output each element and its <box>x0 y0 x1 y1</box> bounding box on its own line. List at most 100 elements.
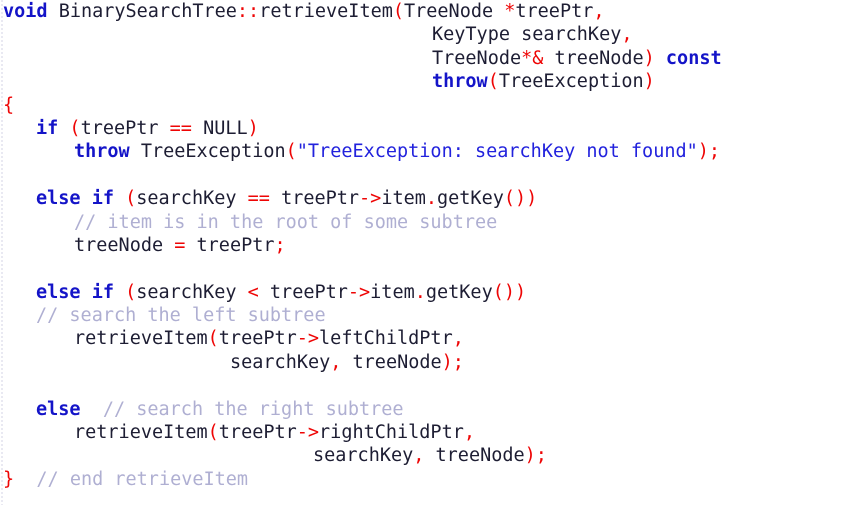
token-punct: ( <box>125 188 137 210</box>
token-ident: leftChildPtr <box>319 328 453 350</box>
token-punct: , <box>452 328 464 350</box>
token-ident: searchKey <box>230 351 331 373</box>
token-ident: retrieveItem <box>74 422 208 444</box>
token-ident: BinarySearchTree <box>58 1 237 22</box>
token-comment: // search the right subtree <box>102 398 404 420</box>
token-ident: treePtr <box>196 234 275 256</box>
code-line: searchKey, treeNode); <box>0 351 868 374</box>
code-line: else if (searchKey < treePtr->item.getKe… <box>0 281 868 304</box>
token-string: "TreeException: searchKey not found" <box>296 141 698 163</box>
token-punct: . <box>414 281 426 303</box>
token-keyword: throw <box>74 141 130 163</box>
token-punct: ( <box>207 328 219 350</box>
token-ident: treeNode <box>554 47 644 69</box>
code-line: retrieveItem(treePtr->leftChildPtr, <box>0 327 868 350</box>
token-ident: searchKey <box>136 281 237 303</box>
token-punct: -> <box>359 188 382 210</box>
token-ident: treePtr <box>269 281 348 303</box>
code-line: if (treePtr == NULL) <box>0 117 868 140</box>
token-punct: , <box>330 351 342 373</box>
token-ident: searchKey <box>313 445 414 467</box>
token-ident: retrieveItem <box>74 328 208 350</box>
token-punct: < <box>247 281 259 303</box>
token-ident: searchKey <box>136 188 237 210</box>
code-line: } // end retrieveItem <box>0 468 868 491</box>
token-punct: . <box>425 188 438 210</box>
token-punct: *& <box>521 47 544 69</box>
token-ident: getKey <box>437 188 504 210</box>
token-punct: ); <box>697 141 721 163</box>
token-punct: ) <box>247 117 259 139</box>
code-line: searchKey, treeNode); <box>0 444 868 467</box>
code-line: void BinarySearchTree::retrieveItem(Tree… <box>0 0 868 23</box>
token-punct: ; <box>274 234 286 256</box>
token-punct: -> <box>347 281 371 303</box>
token-ident: TreeNode <box>404 1 494 22</box>
code-line: // search the left subtree <box>0 304 868 327</box>
token-punct: , <box>463 422 475 444</box>
token-punct: :: <box>236 1 260 22</box>
token-punct: ( <box>125 281 137 303</box>
token-ident: rightChildPtr <box>319 422 464 444</box>
token-ident: treeNode <box>352 351 442 373</box>
token-keyword: else if <box>36 188 114 210</box>
token-punct: } <box>3 468 15 490</box>
token-ident: item <box>381 188 426 210</box>
token-punct: == <box>169 117 192 139</box>
token-punct: = <box>174 234 186 256</box>
token-keyword: else if <box>36 281 114 303</box>
code-line: { <box>0 94 868 117</box>
code-line: throw TreeException("TreeException: sear… <box>0 140 868 163</box>
token-ident: NULL <box>203 117 248 139</box>
token-ident: treePtr <box>218 328 297 350</box>
token-punct: -> <box>296 328 320 350</box>
token-punct: ) <box>643 71 655 93</box>
code-line: throw(TreeException) <box>0 70 868 93</box>
token-keyword: if <box>36 117 59 139</box>
token-punct: , <box>413 445 425 467</box>
token-ident: treeNode <box>435 445 525 467</box>
token-ident: TreeNode <box>432 47 522 69</box>
token-ident: treePtr <box>515 1 594 22</box>
token-punct: == <box>247 188 270 210</box>
token-punct: , <box>593 1 605 22</box>
token-comment: // item is in the root of some subtree <box>74 211 498 233</box>
token-punct: ) <box>643 47 655 69</box>
token-ident: TreeException <box>498 71 644 93</box>
token-ident: KeyType <box>432 24 510 46</box>
token-ident: searchKey <box>521 24 622 46</box>
code-line: KeyType searchKey, <box>0 23 868 46</box>
token-keyword: const <box>665 47 722 69</box>
token-ident: treeNode <box>74 234 164 256</box>
token-punct: { <box>3 94 15 116</box>
token-ident: item <box>370 281 415 303</box>
token-punct: ()) <box>492 281 527 303</box>
token-ident: getKey <box>425 281 493 303</box>
code-line: else if (searchKey == treePtr->item.getK… <box>0 187 868 210</box>
token-ident: treePtr <box>80 117 159 139</box>
code-line: // item is in the root of some subtree <box>0 211 868 234</box>
token-punct: -> <box>296 422 320 444</box>
token-keyword: throw <box>432 71 488 93</box>
token-punct: ( <box>487 71 499 93</box>
token-punct: ( <box>207 422 219 444</box>
code-line: TreeNode*& treeNode) const <box>0 47 868 70</box>
